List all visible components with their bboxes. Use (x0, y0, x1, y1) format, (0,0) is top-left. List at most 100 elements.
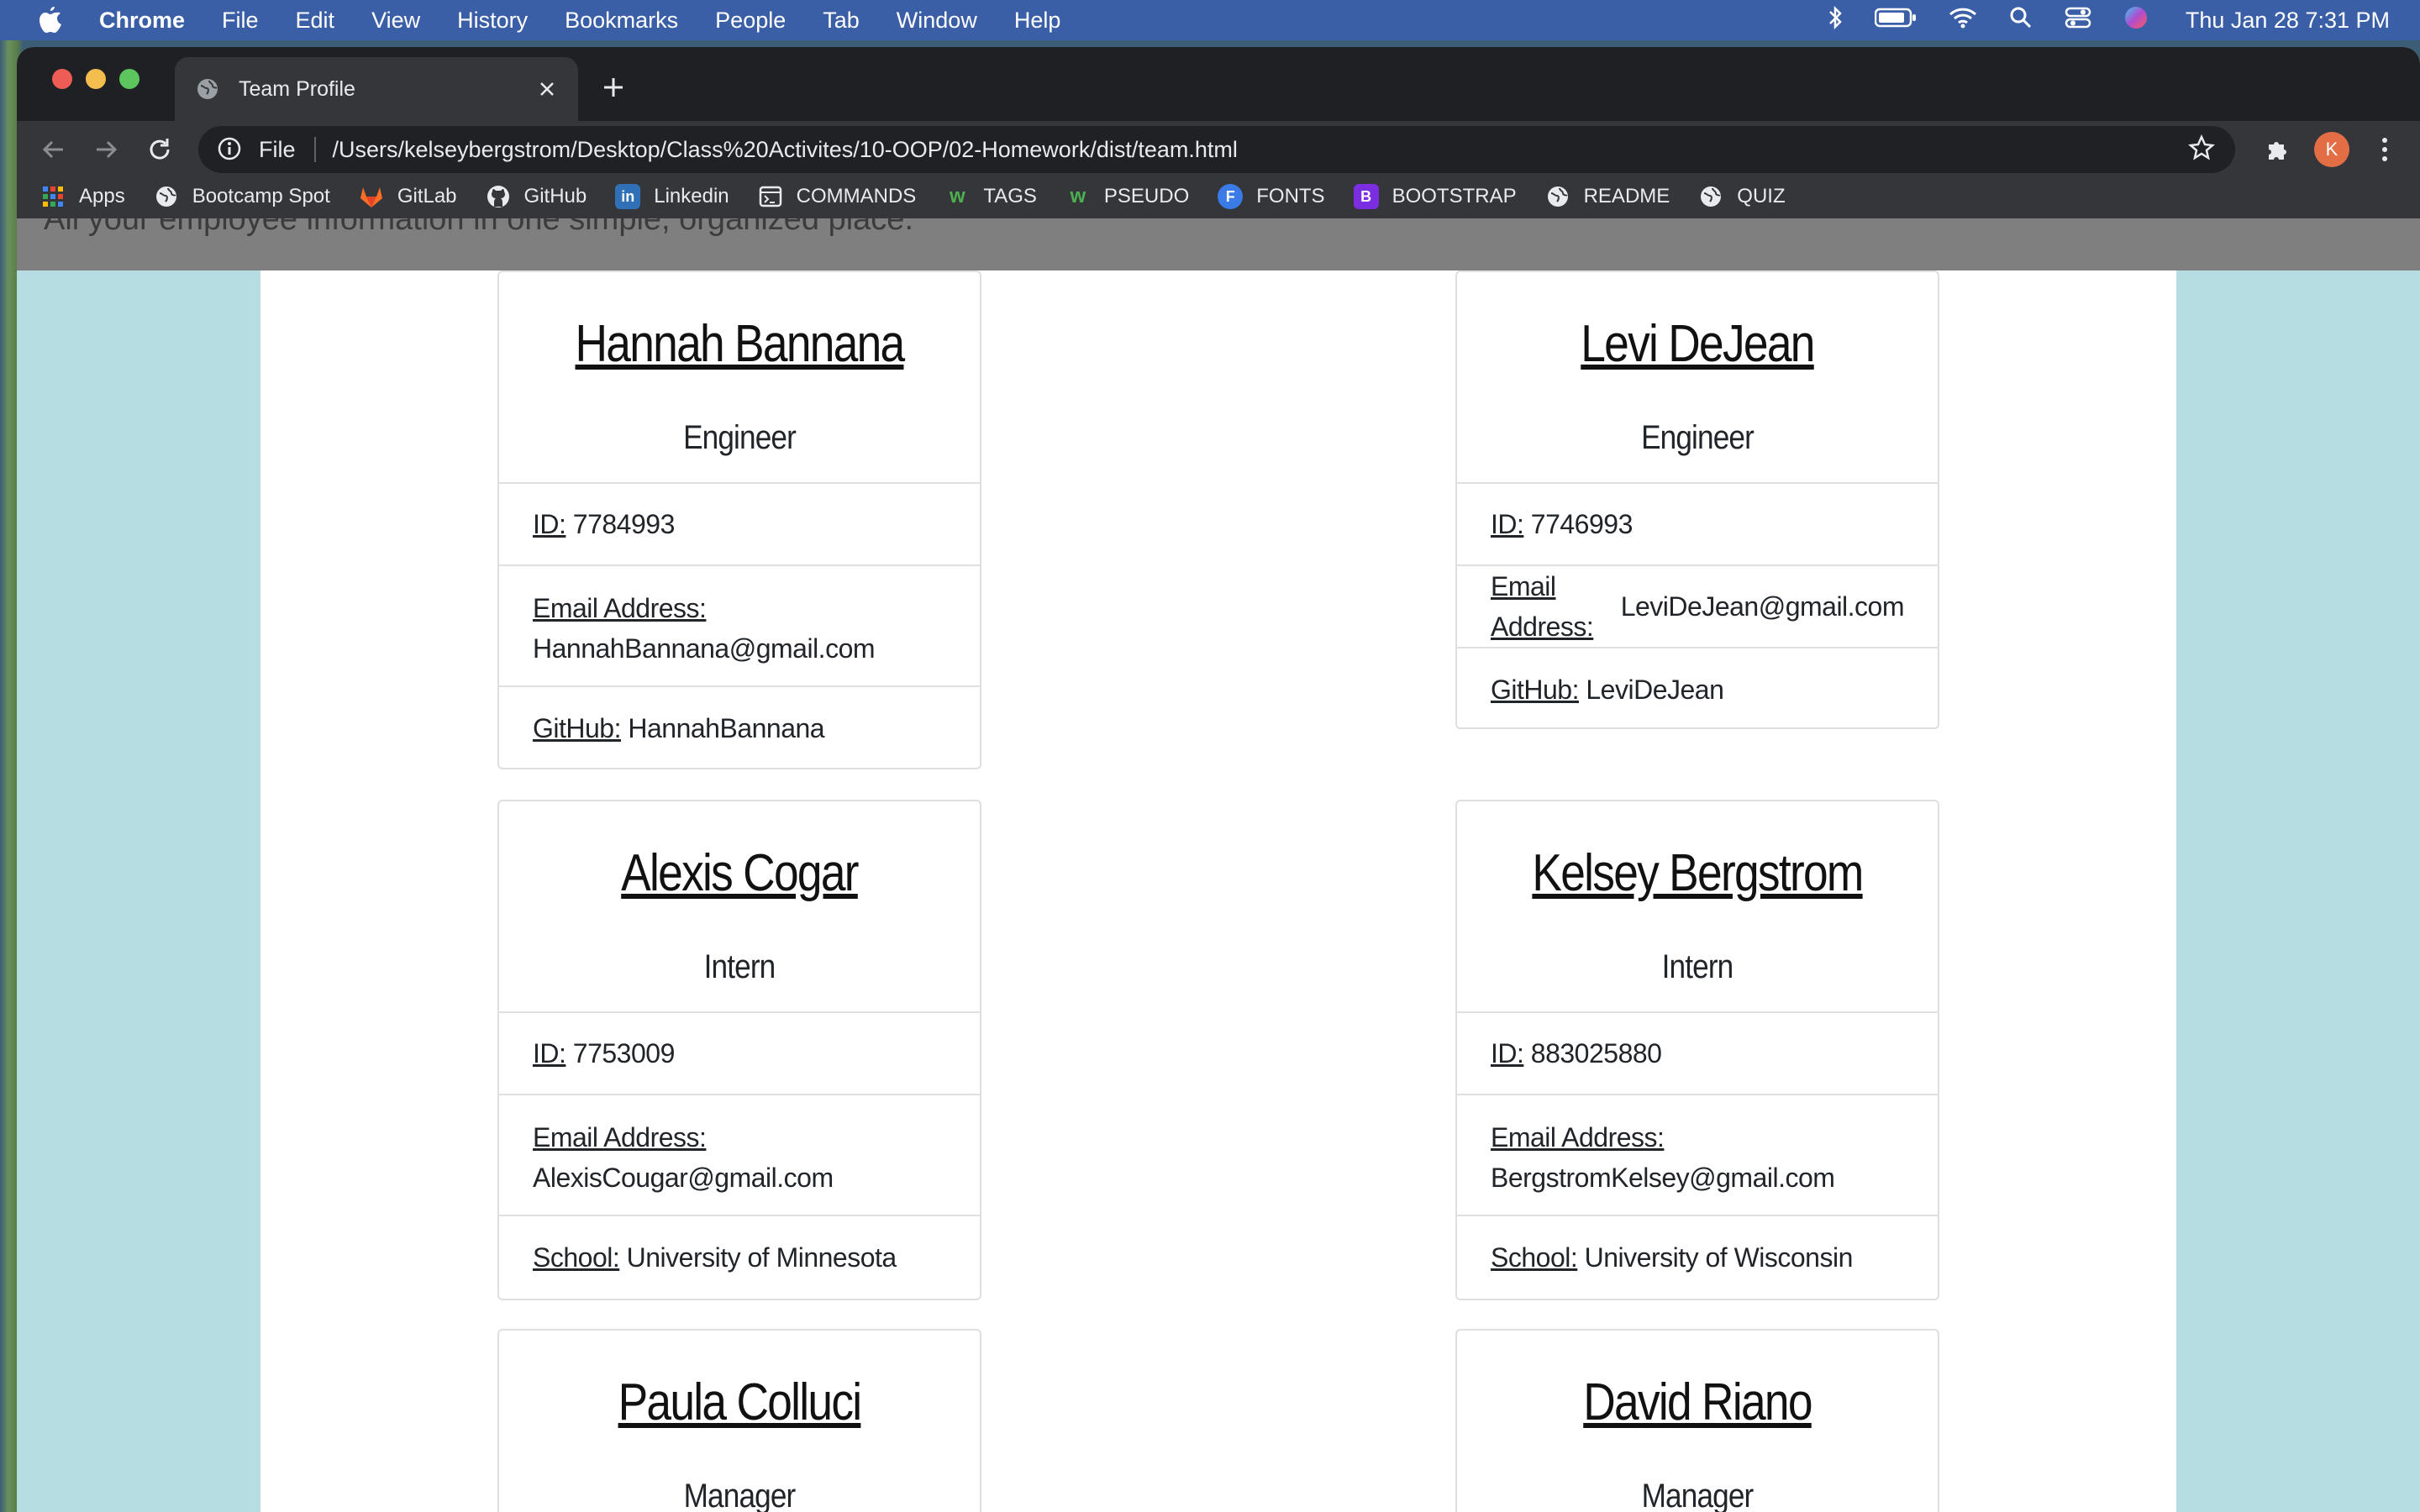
close-tab-icon[interactable] (533, 75, 561, 103)
employee-card: Levi DeJean Engineer ID: 7746993 Email A… (1455, 270, 1939, 729)
card-header: Levi DeJean Engineer (1457, 272, 1938, 484)
employee-name[interactable]: David Riano (1491, 1331, 1904, 1432)
menu-people[interactable]: People (715, 8, 786, 34)
team-container: Hannah Bannana Engineer ID: 7784993 Emai… (260, 270, 2176, 1512)
battery-icon[interactable] (1874, 7, 1917, 34)
bookmark-github[interactable]: GitHub (486, 184, 587, 209)
menu-help[interactable]: Help (1014, 8, 1061, 34)
tab-team-profile[interactable]: Team Profile (175, 57, 578, 121)
bookmark-tags[interactable]: w TAGS (944, 184, 1037, 209)
email-label: Email Address: (533, 593, 707, 623)
wifi-icon[interactable] (1949, 7, 1977, 34)
employee-id: 7784993 (572, 509, 676, 539)
profile-avatar[interactable]: K (2314, 132, 2349, 167)
school-label: School: (533, 1242, 620, 1273)
close-window-button[interactable] (52, 69, 72, 89)
site-info-icon[interactable] (217, 136, 244, 163)
minimize-window-button[interactable] (86, 69, 106, 89)
bookmark-linkedin[interactable]: in Linkedin (615, 184, 729, 209)
menu-app-name[interactable]: Chrome (99, 8, 185, 34)
new-tab-plus-icon[interactable] (597, 71, 630, 104)
bookmark-label: README (1583, 185, 1670, 207)
employee-id-row: ID: 7753009 (499, 1013, 980, 1095)
employee-email-row: Email Address: AlexisCougar@gmail.com (499, 1095, 980, 1216)
page-viewport[interactable]: All your employee information in one sim… (17, 218, 2420, 1512)
employee-name[interactable]: Paula Colluci (533, 1331, 946, 1432)
extensions-puzzle-icon[interactable] (2260, 133, 2294, 166)
zoom-window-button[interactable] (119, 69, 139, 89)
id-label: ID: (1491, 1038, 1524, 1068)
w3schools-icon: w (1070, 185, 1086, 207)
more-menu-icon[interactable] (2368, 133, 2402, 166)
employee-id-row: ID: 883025880 (1457, 1013, 1938, 1095)
employee-name[interactable]: Kelsey Bergstrom (1491, 801, 1904, 903)
bookmark-commands[interactable]: COMMANDS (758, 184, 916, 209)
w3schools-icon: w (949, 185, 965, 207)
bookmark-star-icon[interactable] (2188, 134, 2218, 165)
address-bar[interactable]: File /Users/kelseybergstrom/Desktop/Clas… (198, 126, 2235, 173)
employee-school-row: School: University of Wisconsin (1457, 1216, 1938, 1299)
apps-grid-icon (40, 184, 66, 209)
employee-name[interactable]: Alexis Cogar (533, 801, 946, 903)
employee-school: University of Wisconsin (1584, 1242, 1854, 1273)
globe-icon (197, 78, 218, 100)
employee-role: Engineer (683, 419, 797, 456)
menu-window[interactable]: Window (897, 8, 977, 34)
bookmark-label: BOOTSTRAP (1392, 185, 1517, 207)
bookmark-label: TAGS (983, 185, 1037, 207)
bookmark-quiz[interactable]: QUIZ (1698, 184, 1786, 209)
bookmark-bootstrap[interactable]: B BOOTSTRAP (1353, 184, 1517, 209)
globe-icon (1545, 184, 1570, 209)
chrome-window: Team Profile File /Users/kelseybergstrom… (17, 47, 2420, 1512)
bookmark-label: QUIZ (1737, 185, 1786, 207)
bluetooth-icon[interactable] (1828, 5, 1843, 35)
page-header-jumbotron: All your employee information in one sim… (17, 218, 2420, 270)
bookmark-gitlab[interactable]: GitLab (359, 184, 457, 209)
bookmark-pseudo[interactable]: w PSEUDO (1065, 184, 1190, 209)
bookmark-label: GitHub (523, 185, 587, 207)
menu-view[interactable]: View (371, 8, 420, 34)
employee-role: Manager (683, 1478, 797, 1512)
email-label: Email Address: (1491, 571, 1594, 642)
reload-icon[interactable] (141, 131, 178, 168)
id-label: ID: (1491, 509, 1524, 539)
bookmark-readme[interactable]: README (1545, 184, 1670, 209)
siri-icon[interactable] (2123, 5, 2149, 36)
employee-name[interactable]: Levi DeJean (1491, 272, 1904, 374)
employee-github[interactable]: HannahBannana (628, 708, 824, 748)
bookmark-bootcamp-spot[interactable]: Bootcamp Spot (154, 184, 330, 209)
spotlight-search-icon[interactable] (2009, 6, 2033, 35)
macos-menu-bar: Chrome File Edit View History Bookmarks … (0, 0, 2420, 40)
bookmark-fonts[interactable]: F FONTS (1218, 184, 1325, 209)
globe-icon (154, 184, 179, 209)
url-scheme-label: File (259, 136, 296, 162)
employee-github-row: GitHub: LeviDeJean (1457, 648, 1938, 727)
employee-email[interactable]: AlexisCougar@gmail.com (533, 1158, 946, 1198)
back-arrow-icon[interactable] (35, 131, 72, 168)
bookmark-label: Linkedin (654, 185, 729, 207)
card-header: Kelsey Bergstrom Intern (1457, 801, 1938, 1013)
employee-email[interactable]: BergstromKelsey@gmail.com (1491, 1158, 1904, 1198)
menu-file[interactable]: File (222, 8, 259, 34)
url-text[interactable]: /Users/kelseybergstrom/Desktop/Class%20A… (333, 137, 2188, 163)
bookmarks-bar: Apps Bootcamp Spot GitLab GitHub in Link… (17, 175, 2420, 218)
globe-icon (1698, 184, 1723, 209)
apple-icon[interactable] (35, 5, 66, 35)
forward-arrow-icon[interactable] (87, 131, 124, 168)
bookmark-apps[interactable]: Apps (40, 184, 125, 209)
employee-id-row: ID: 7746993 (1457, 484, 1938, 566)
employee-email[interactable]: LeviDeJean@gmail.com (1621, 586, 1905, 627)
employee-email-row: Email Address: BergstromKelsey@gmail.com (1457, 1095, 1938, 1216)
employee-email-row: Email Address: HannahBannana@gmail.com (499, 566, 980, 687)
tab-strip: Team Profile (17, 47, 2420, 121)
control-center-icon[interactable] (2065, 6, 2091, 35)
menu-clock[interactable]: Thu Jan 28 7:31 PM (2186, 8, 2390, 34)
menu-bookmarks[interactable]: Bookmarks (565, 8, 678, 34)
employee-github[interactable]: LeviDeJean (1586, 669, 1724, 710)
employee-email[interactable]: HannahBannana@gmail.com (533, 628, 946, 669)
menu-history[interactable]: History (457, 8, 528, 34)
bookmark-label: GitLab (397, 185, 457, 207)
menu-tab[interactable]: Tab (823, 8, 860, 34)
menu-edit[interactable]: Edit (296, 8, 335, 34)
employee-name[interactable]: Hannah Bannana (533, 272, 946, 374)
